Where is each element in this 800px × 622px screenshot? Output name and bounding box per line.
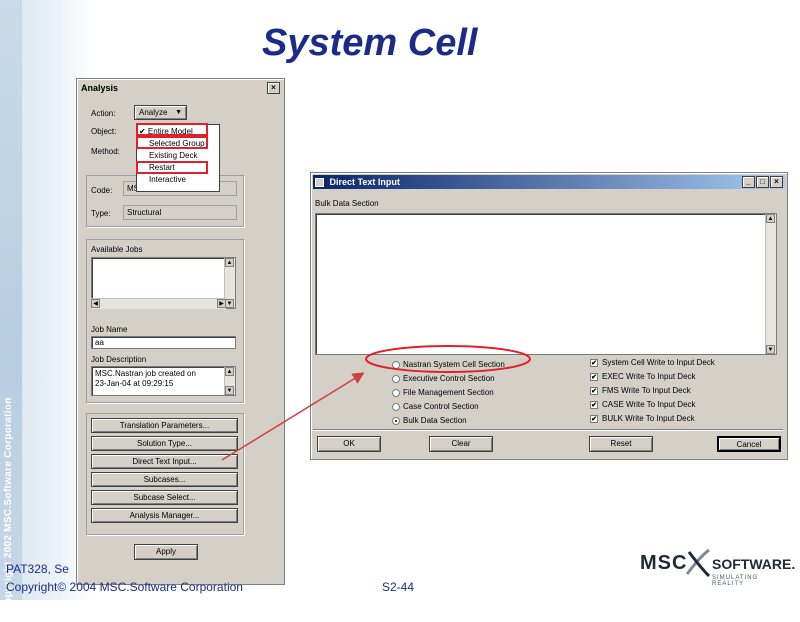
highlight-ellipse-nastran-system-cell bbox=[365, 345, 531, 373]
logo-tagline: SIMULATING REALITY bbox=[712, 575, 759, 587]
logo-swoosh-icon bbox=[685, 548, 711, 578]
logo-software-text: SOFTWARE. bbox=[712, 556, 796, 572]
msc-software-logo: MSC SOFTWARE. SIMULATING REALITY bbox=[640, 548, 796, 592]
footer-page-number: S2-44 bbox=[382, 580, 415, 594]
logo-msc-text: MSC bbox=[640, 552, 688, 574]
annotation-arrow bbox=[221, 372, 365, 461]
footer-copyright: Copyright© 2004 MSC.Software Corporation bbox=[6, 580, 243, 594]
annotation-overlay bbox=[221, 345, 531, 461]
footer-course: PAT328, Se bbox=[6, 562, 69, 576]
